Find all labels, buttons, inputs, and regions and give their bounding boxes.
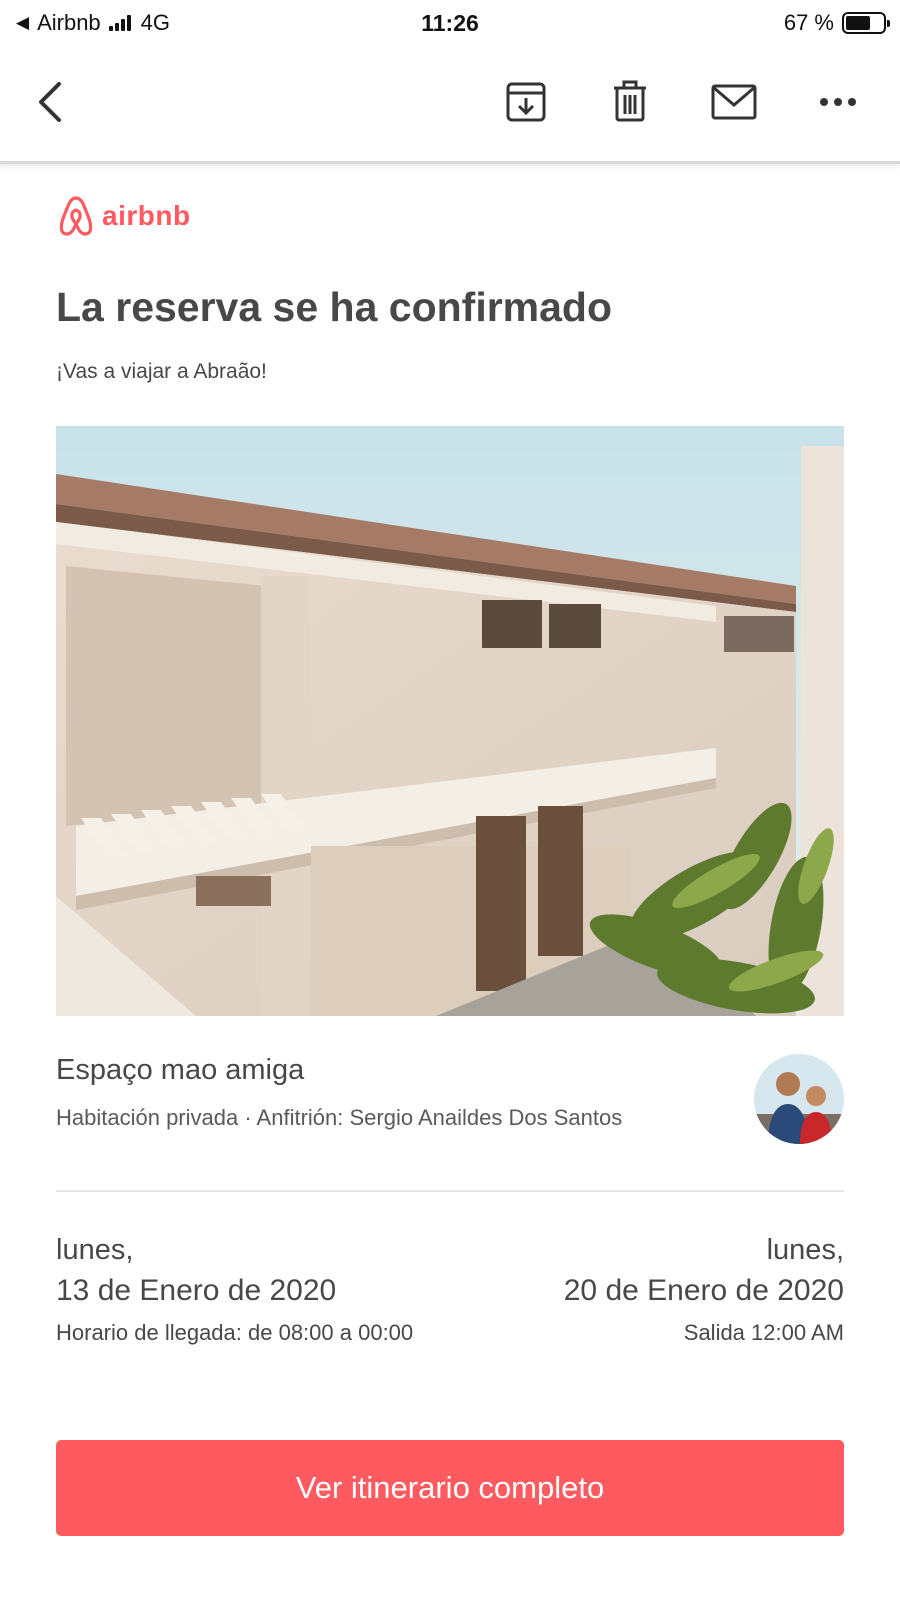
email-title: La reserva se ha confirmado — [56, 284, 613, 330]
airbnb-belo-icon — [59, 196, 93, 236]
battery-icon — [842, 12, 890, 34]
checkout-block: lunes, 20 de Enero de 2020 Salida 12:00 … — [444, 1230, 844, 1350]
listing-name[interactable]: Espaço mao amiga — [56, 1054, 304, 1087]
checkin-date: 13 de Enero de 2020 — [56, 1274, 337, 1307]
listing-photo[interactable] — [56, 426, 844, 1016]
checkin-block: lunes, 13 de Enero de 2020 Horario de ll… — [56, 1230, 456, 1350]
airbnb-wordmark: airbnb — [102, 200, 191, 231]
checkin-day: lunes, — [56, 1234, 134, 1266]
airbnb-logo[interactable]: airbnb — [56, 194, 191, 238]
divider — [56, 1190, 844, 1192]
mark-unread-button[interactable] — [706, 74, 762, 130]
host-photo-image — [754, 1054, 844, 1144]
status-right: 67 % — [783, 10, 890, 36]
house-photo-image — [56, 426, 844, 1016]
mail-icon — [711, 84, 757, 120]
email-subtitle: ¡Vas a viajar a Abraão! — [56, 360, 267, 383]
view-itinerary-button[interactable]: Ver itinerario completo — [56, 1440, 844, 1536]
archive-icon — [506, 82, 546, 122]
more-icon — [820, 98, 856, 106]
battery-percent: 67 % — [783, 10, 834, 35]
status-bar: ◀ Airbnb 4G 11:26 67 % — [0, 0, 900, 46]
archive-button[interactable] — [498, 74, 554, 130]
more-button[interactable] — [810, 74, 866, 130]
trash-icon — [614, 80, 646, 122]
delete-button[interactable] — [602, 74, 658, 130]
back-button[interactable] — [22, 74, 78, 130]
email-toolbar — [0, 46, 900, 164]
checkout-day: lunes, — [766, 1234, 844, 1266]
clock: 11:26 — [421, 10, 479, 36]
checkout-time: Salida 12:00 AM — [683, 1320, 844, 1345]
checkout-date: 20 de Enero de 2020 — [563, 1274, 844, 1307]
listing-meta: Habitación privada · Anfitrión: Sergio A… — [56, 1105, 623, 1130]
back-icon — [39, 82, 61, 122]
host-avatar[interactable] — [754, 1054, 844, 1144]
checkin-time: Horario de llegada: de 08:00 a 00:00 — [56, 1320, 414, 1345]
